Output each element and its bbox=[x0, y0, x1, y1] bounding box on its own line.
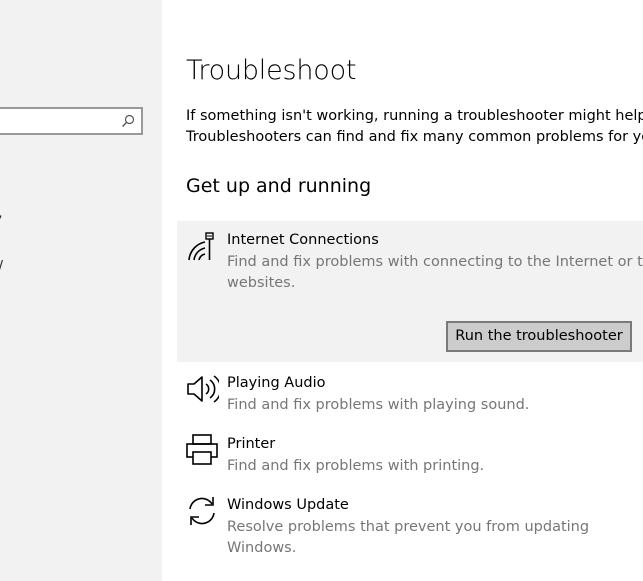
run-troubleshooter-button[interactable]: Run the troubleshooter bbox=[446, 321, 632, 352]
page-description-line: Troubleshooters can find and fix many co… bbox=[186, 129, 643, 145]
speaker-icon bbox=[187, 375, 219, 403]
sidebar-item-clipped[interactable]: / bbox=[0, 257, 3, 275]
refresh-icon bbox=[189, 497, 215, 525]
troubleshooter-description-line: Find and fix problems with playing sound… bbox=[227, 397, 530, 413]
section-heading: Get up and running bbox=[186, 175, 372, 197]
troubleshooter-description-line: Find and fix problems with printing. bbox=[227, 458, 485, 474]
troubleshooter-description: Find and fix problems with connecting to… bbox=[227, 252, 643, 294]
troubleshooter-title: Printer bbox=[227, 436, 276, 452]
troubleshooter-item-printer[interactable]: Printer Find and fix problems with print… bbox=[177, 427, 643, 483]
troubleshooter-description-line: Resolve problems that prevent you from u… bbox=[227, 519, 590, 535]
troubleshooter-description: Find and fix problems with printing. bbox=[227, 456, 637, 477]
troubleshooter-item-playing-audio[interactable]: Playing Audio Find and fix problems with… bbox=[177, 366, 643, 422]
page-description: If something isn't working, running a tr… bbox=[186, 106, 643, 148]
troubleshooter-description: Find and fix problems with playing sound… bbox=[227, 395, 637, 416]
troubleshooter-description-line: Windows. bbox=[227, 540, 297, 556]
troubleshooter-description: Resolve problems that prevent you from u… bbox=[227, 517, 637, 559]
page-description-line: If something isn't working, running a tr… bbox=[186, 108, 643, 124]
troubleshooter-title: Internet Connections bbox=[227, 232, 379, 248]
troubleshooter-title: Windows Update bbox=[227, 497, 349, 513]
troubleshooter-title: Playing Audio bbox=[227, 375, 326, 391]
search-input[interactable] bbox=[0, 107, 143, 135]
troubleshooter-description-line: Find and fix problems with connecting to… bbox=[227, 254, 643, 270]
printer-icon bbox=[186, 434, 218, 465]
search-icon bbox=[122, 114, 135, 127]
settings-window: , / Troubleshoot If something isn't work… bbox=[0, 0, 643, 581]
page-title: Troubleshoot bbox=[186, 55, 357, 86]
troubleshooter-item-windows-update[interactable]: Windows Update Resolve problems that pre… bbox=[177, 488, 643, 568]
settings-sidebar: , / bbox=[0, 0, 162, 581]
sidebar-item-clipped[interactable]: , bbox=[0, 203, 3, 221]
wifi-network-icon bbox=[188, 232, 214, 261]
troubleshooter-description-line: websites. bbox=[227, 275, 296, 291]
